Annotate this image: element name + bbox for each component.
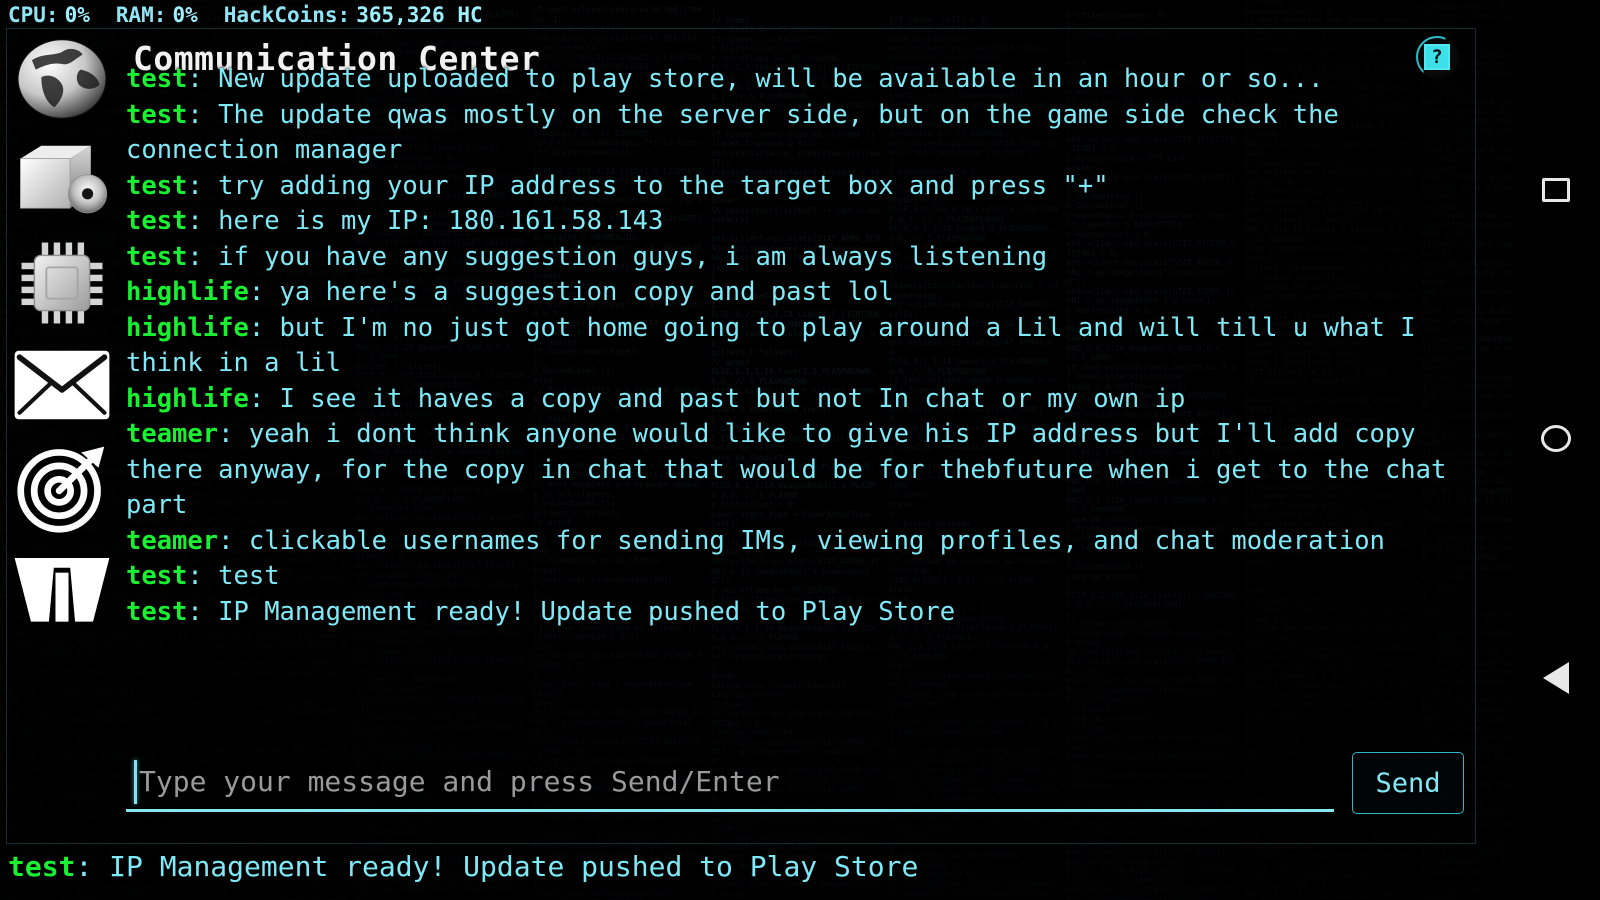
chat-separator: :	[218, 525, 249, 556]
ram-value: 0%	[172, 3, 198, 27]
chat-message-list[interactable]: test: New update uploaded to play store,…	[126, 62, 1466, 746]
chat-message: test: here is my IP: 180.161.58.143	[126, 204, 1466, 240]
chat-message: highlife: ya here's a suggestion copy an…	[126, 275, 1466, 311]
chat-separator: :	[187, 206, 219, 236]
cpu-meter: CPU: 0%	[8, 3, 90, 27]
sidebar-item-world[interactable]	[14, 28, 110, 130]
message-input[interactable]: Type your message and press Send/Enter	[126, 754, 1334, 812]
chat-separator: :	[248, 277, 280, 307]
sidebar-item-software[interactable]	[14, 130, 110, 232]
chat-separator: :	[187, 99, 219, 130]
chat-text: IP Management ready! Update pushed to Pl…	[218, 596, 956, 627]
square-icon	[1542, 178, 1570, 202]
chat-message: teamer: clickable usernames for sending …	[126, 524, 1466, 560]
sidebar-item-targets[interactable]	[14, 436, 110, 538]
hackcoins-label: HackCoins:	[223, 3, 351, 27]
chat-text: here is my IP: 180.161.58.143	[218, 206, 664, 236]
chat-message: test: try adding your IP address to the …	[126, 169, 1466, 205]
ticker-colon: :	[75, 849, 110, 883]
chat-message: highlife: but I'm no just got home going…	[126, 311, 1466, 382]
chat-username[interactable]: test	[126, 100, 187, 130]
cpu-value: 0%	[64, 3, 90, 27]
chat-text: clickable usernames for sending IMs, vie…	[248, 525, 1385, 556]
circle-icon	[1541, 425, 1571, 452]
chat-separator: :	[187, 561, 219, 591]
chat-username[interactable]: test	[126, 242, 187, 272]
app-root: G_DoLoadLevel (); ent->client->ps.stats[S…	[0, 0, 1600, 900]
message-input-placeholder: Type your message and press Send/Enter	[139, 765, 780, 798]
chat-username[interactable]: test	[126, 64, 187, 94]
chat-username[interactable]: highlife	[126, 384, 249, 414]
globe-icon	[15, 32, 109, 126]
chat-text: try adding your IP address to the target…	[218, 170, 1109, 201]
chat-text: if you have any suggestion guys, i am al…	[218, 241, 1048, 272]
hackcoins-value: 365,326 HC	[356, 3, 483, 27]
chat-text: I see it haves a copy and past but not I…	[279, 383, 1186, 414]
cpu-chip-icon	[16, 237, 108, 329]
chat-message: highlife: I see it haves a copy and past…	[126, 382, 1466, 418]
chat-separator: :	[248, 383, 280, 414]
chat-separator: :	[187, 64, 219, 94]
chat-username[interactable]: test	[126, 171, 187, 201]
chat-separator: :	[187, 170, 219, 201]
chat-text: test	[218, 561, 280, 591]
sidebar	[8, 28, 116, 728]
ticker-username: test	[8, 849, 76, 883]
text-cursor	[134, 759, 137, 804]
recents-button[interactable]	[1542, 178, 1570, 202]
gate-icon	[13, 551, 111, 627]
chat-message: test: IP Management ready! Update pushed…	[126, 595, 1466, 631]
chat-username[interactable]: test	[126, 597, 187, 627]
status-ticker: test : IP Management ready! Update pushe…	[8, 844, 1478, 888]
cpu-label: CPU:	[8, 3, 59, 27]
back-button[interactable]	[1543, 662, 1569, 694]
ticker-text: IP Management ready! Update pushed to Pl…	[109, 849, 919, 883]
chat-text: New update uploaded to play store, will …	[218, 64, 1324, 94]
envelope-icon	[13, 349, 111, 421]
target-icon	[14, 439, 110, 535]
chat-message: test: The update qwas mostly on the serv…	[126, 98, 1466, 169]
sidebar-item-hardware[interactable]	[14, 232, 110, 334]
software-box-icon	[14, 141, 110, 221]
home-button[interactable]	[1541, 425, 1571, 452]
chat-text: The update qwas mostly on the server sid…	[126, 99, 1355, 166]
triangle-icon	[1543, 662, 1569, 694]
chat-text: but I'm no just got home going to play a…	[126, 312, 1431, 379]
chat-username[interactable]: teamer	[126, 419, 218, 449]
message-composer: Type your message and press Send/Enter S…	[126, 752, 1466, 814]
chat-separator: :	[218, 419, 249, 449]
chat-separator: :	[187, 241, 219, 272]
chat-username[interactable]: highlife	[126, 277, 249, 307]
ram-meter: RAM: 0%	[116, 3, 198, 27]
chat-text: ya here's a suggestion copy and past lol	[279, 277, 894, 307]
chat-message: test: New update uploaded to play store,…	[126, 62, 1466, 98]
chat-separator: :	[187, 596, 219, 627]
chat-username[interactable]: test	[126, 206, 187, 236]
chat-message: test: if you have any suggestion guys, i…	[126, 240, 1466, 276]
android-nav-bar	[1512, 0, 1600, 900]
status-bar: CPU: 0% RAM: 0% HackCoins: 365,326 HC	[0, 0, 1600, 30]
sidebar-item-messages[interactable]	[14, 334, 110, 436]
chat-username[interactable]: test	[126, 561, 187, 591]
chat-message: test: test	[126, 559, 1466, 595]
send-button[interactable]: Send	[1352, 752, 1464, 814]
chat-text: yeah i dont think anyone would like to g…	[126, 419, 1462, 520]
chat-message: teamer: yeah i dont think anyone would l…	[126, 417, 1466, 524]
sidebar-item-bridge[interactable]	[14, 538, 110, 640]
chat-separator: :	[248, 312, 280, 343]
chat-username[interactable]: highlife	[126, 313, 249, 343]
ram-label: RAM:	[115, 3, 167, 27]
hackcoins-meter: HackCoins: 365,326 HC	[224, 3, 483, 27]
chat-username[interactable]: teamer	[126, 526, 218, 556]
